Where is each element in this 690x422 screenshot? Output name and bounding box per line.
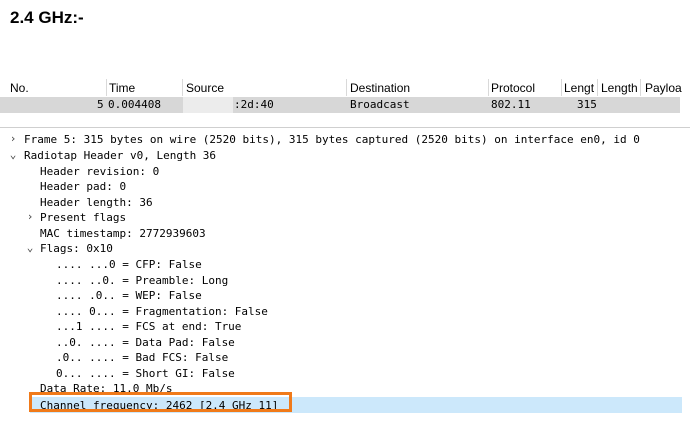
flag-bad-fcs[interactable]: .0.. .... = Bad FCS: False [56,350,228,365]
chevron-down-icon[interactable]: ⌄ [8,148,18,161]
flag-data-pad[interactable]: ..0. .... = Data Pad: False [56,335,235,350]
redacted-source [183,97,233,113]
radiotap-header[interactable]: Radiotap Header v0, Length 36 [24,148,216,163]
column-header-source[interactable]: Source [186,81,224,95]
column-header-length[interactable]: Length [601,81,638,95]
packet-list-header: No. Time Source Destination Protocol Len… [0,79,690,96]
pane-divider [0,127,690,128]
frame-summary[interactable]: Frame 5: 315 bytes on wire (2520 bits), … [24,132,640,147]
column-header-time[interactable]: Time [109,81,135,95]
column-header-protocol[interactable]: Protocol [491,81,535,95]
flag-fragmentation[interactable]: .... 0... = Fragmentation: False [56,304,268,319]
page-heading: 2.4 GHz:- [10,8,84,27]
chevron-right-icon[interactable]: › [8,132,18,145]
flag-wep[interactable]: .... .0.. = WEP: False [56,288,202,303]
highlight-box [29,392,292,412]
column-header-destination[interactable]: Destination [350,81,410,95]
packet-destination: Broadcast [350,98,410,111]
column-header-payload[interactable]: Payloa [645,81,682,95]
chevron-right-icon[interactable]: › [25,210,35,223]
flag-fcs-at-end[interactable]: ...1 .... = FCS at end: True [56,319,241,334]
packet-source: :2d:40 [234,98,274,111]
flags[interactable]: Flags: 0x10 [40,241,113,256]
packet-no: 5 [97,98,104,111]
present-flags[interactable]: Present flags [40,210,126,225]
flag-preamble[interactable]: .... ..0. = Preamble: Long [56,273,228,288]
column-header-no[interactable]: No. [10,81,29,95]
packet-length: 315 [577,98,597,111]
packet-protocol: 802.11 [491,98,531,111]
packet-time: 0.004408 [108,98,161,111]
flag-cfp[interactable]: .... ...0 = CFP: False [56,257,202,272]
mac-timestamp[interactable]: MAC timestamp: 2772939603 [40,226,206,241]
column-header-length-short[interactable]: Lengt [564,81,594,95]
header-length[interactable]: Header length: 36 [40,195,153,210]
flag-short-gi[interactable]: 0... .... = Short GI: False [56,366,235,381]
header-revision[interactable]: Header revision: 0 [40,164,159,179]
packet-row[interactable]: 5 0.004408 :2d:40 Broadcast 802.11 315 [0,97,680,113]
header-pad[interactable]: Header pad: 0 [40,179,126,194]
chevron-down-icon[interactable]: ⌄ [25,241,35,254]
